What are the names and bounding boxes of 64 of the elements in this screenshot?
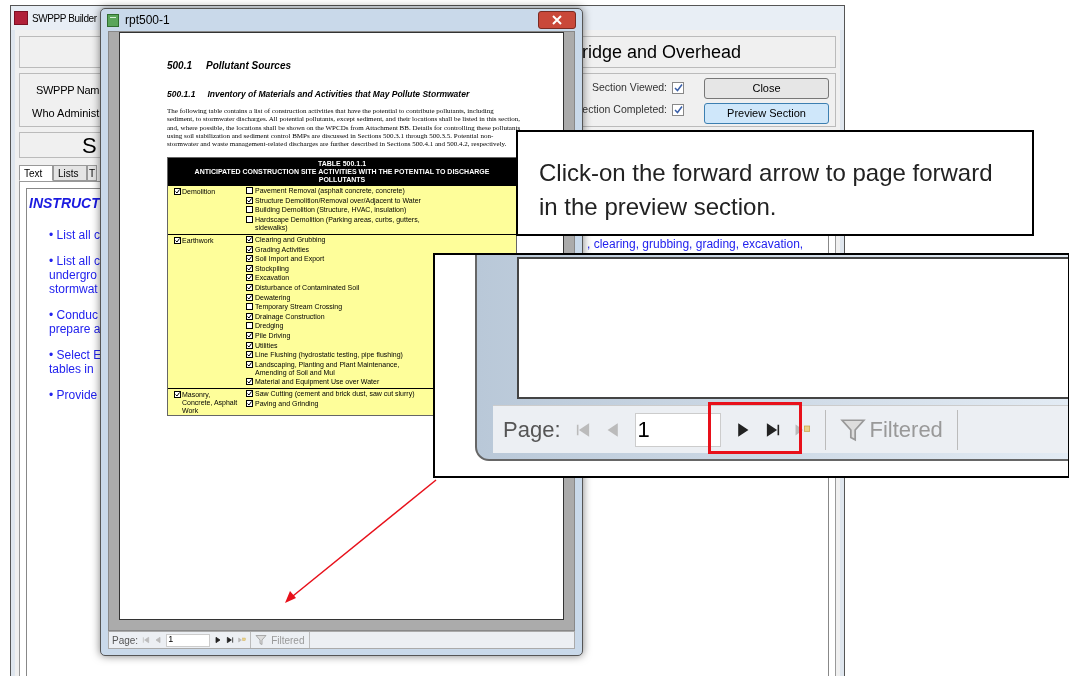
checkbox[interactable] [246, 322, 253, 330]
instruction-text: , clearing, grubbing, grading, excavation, [587, 236, 804, 253]
checkbox[interactable] [246, 303, 253, 311]
skip-forward-icon[interactable] [226, 636, 235, 644]
subsection-number: 500.1.1 [167, 88, 196, 101]
checkbox[interactable] [672, 81, 684, 94]
checkbox[interactable] [246, 293, 253, 301]
checkbox[interactable] [246, 351, 253, 359]
checkbox[interactable] [246, 284, 253, 292]
checkbox[interactable] [246, 332, 253, 339]
page-number-field[interactable]: 1 [634, 412, 721, 447]
checkbox[interactable] [246, 274, 253, 282]
form-button[interactable]: Close [704, 78, 829, 99]
subsection-title: Inventory of Materials and Activities that May Pollute Stormwater [207, 88, 470, 101]
funnel-icon [839, 416, 866, 443]
close-button[interactable] [538, 11, 576, 29]
section-title: Pollutant Sources [206, 59, 292, 73]
checkbox[interactable] [246, 390, 253, 398]
report-icon [107, 13, 119, 27]
close-icon [552, 15, 562, 25]
checkbox[interactable] [174, 236, 181, 244]
form-title: ridge and Overhead [582, 40, 742, 64]
page-number-field[interactable]: 1 [166, 633, 211, 647]
checkbox[interactable] [174, 390, 181, 398]
tab[interactable]: T [87, 165, 98, 181]
checkbox[interactable] [246, 196, 253, 204]
page-label: Page: [112, 633, 139, 648]
checkbox[interactable] [246, 187, 253, 195]
checkbox[interactable] [246, 216, 253, 224]
instruction-text: • Provide [49, 388, 98, 402]
window-title: SWPPP Builder [32, 11, 97, 26]
section-number: 500.1 [167, 59, 193, 73]
checkbox[interactable] [246, 236, 253, 244]
app-icon [14, 11, 28, 25]
checkbox[interactable] [672, 103, 684, 116]
checkbox[interactable] [246, 377, 253, 385]
page-label: Page: [503, 416, 561, 444]
checkbox[interactable] [246, 341, 253, 349]
checkbox[interactable] [174, 187, 181, 195]
field-label: SWPPP Nam [36, 83, 100, 98]
checkbox[interactable] [246, 399, 253, 407]
checkbox[interactable] [246, 206, 253, 214]
instructions-title: INSTRUCT [29, 194, 100, 213]
checkbox[interactable] [246, 245, 253, 253]
window-title: rpt500-1 [125, 12, 170, 29]
form-button[interactable]: Preview Section [704, 103, 829, 124]
instruction-text: • List all c [49, 228, 100, 242]
funnel-icon [255, 634, 268, 646]
checkbox[interactable] [246, 360, 253, 368]
play-icon[interactable] [214, 636, 223, 644]
checkbox[interactable] [246, 312, 253, 320]
field-label: Who Administ [32, 105, 100, 121]
checkbox[interactable] [246, 264, 253, 272]
tab[interactable]: Text [19, 165, 53, 181]
callout-text: Click-on the forward arrow to page forward in the preview section. [539, 158, 994, 222]
instruction-text: • Select E tables in [49, 348, 102, 376]
checkbox-label: ection Completed: [582, 101, 667, 117]
tab[interactable]: Lists [53, 165, 87, 181]
checkbox[interactable] [246, 255, 253, 263]
checkbox-label: Section Viewed: [591, 80, 667, 95]
instruction-text: • Conduc prepare a [49, 308, 101, 336]
instruction-text: • List all c undergro stormwat [49, 254, 100, 296]
section-heading: S [82, 131, 97, 160]
skip-forward-icon[interactable] [764, 421, 781, 438]
